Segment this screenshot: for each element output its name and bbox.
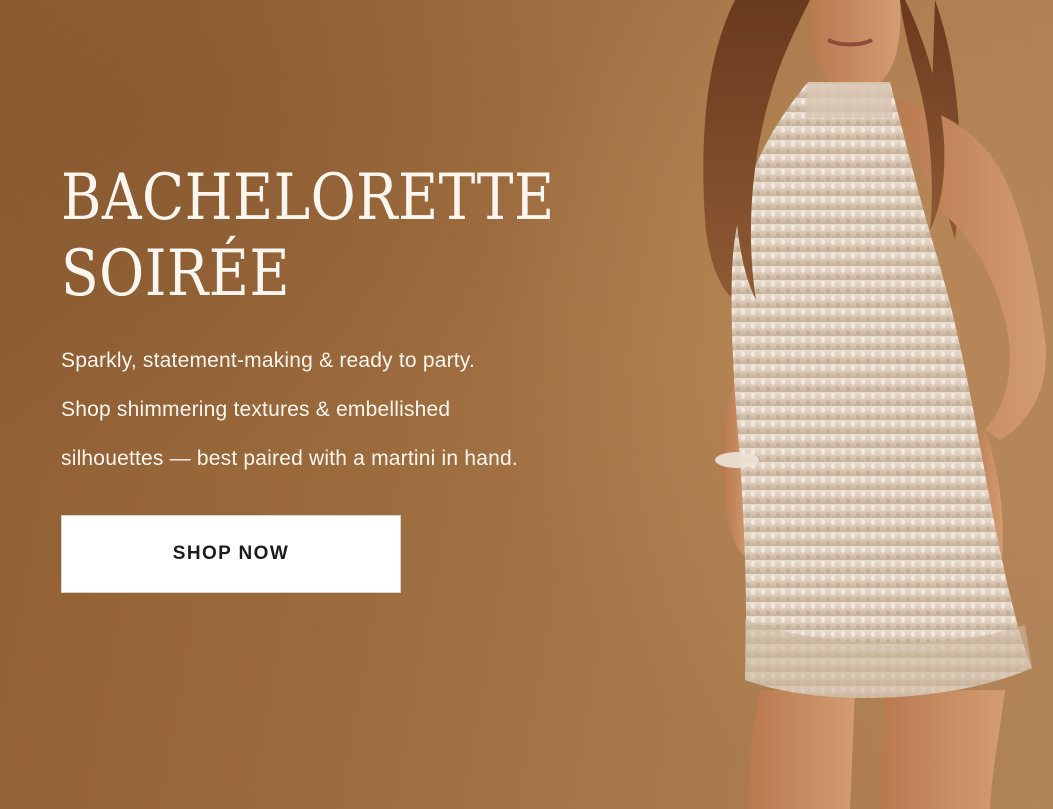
- shop-now-label: SHOP NOW: [172, 543, 290, 564]
- hero-description: Sparkly, statement-making & ready to par…: [61, 336, 681, 483]
- hero-banner: BACHELORETTE SOIRÉE Sparkly, statement-m…: [0, 0, 1053, 809]
- description-line-3: silhouettes — best paired with a martini…: [61, 447, 518, 470]
- shop-now-button[interactable]: SHOP NOW: [61, 515, 401, 593]
- description-line-2: Shop shimmering textures & embellished: [61, 398, 451, 421]
- hero-content: BACHELORETTE SOIRÉE Sparkly, statement-m…: [61, 160, 681, 593]
- hero-headline: BACHELORETTE SOIRÉE: [61, 160, 594, 312]
- headline-line-2: SOIRÉE: [61, 237, 290, 311]
- description-line-1: Sparkly, statement-making & ready to par…: [61, 349, 475, 372]
- headline-line-1: BACHELORETTE: [61, 161, 555, 235]
